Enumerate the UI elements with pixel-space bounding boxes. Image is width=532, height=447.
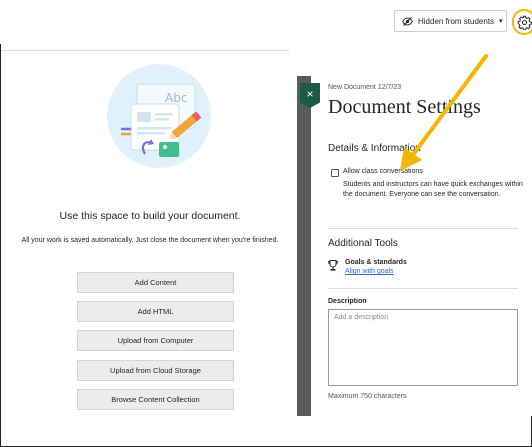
chevron-down-icon: ▾ — [499, 18, 503, 25]
eye-slash-icon — [402, 16, 413, 26]
document-illustration: Abc — [107, 64, 211, 168]
goals-standards-title: Goals & standards — [345, 259, 407, 266]
document-name: New Document 12/7/23 — [328, 84, 402, 91]
browse-content-collection-button[interactable]: Browse Content Collection — [77, 389, 234, 410]
additional-tools-heading: Additional Tools — [328, 238, 398, 249]
description-textarea[interactable] — [328, 309, 518, 386]
upload-from-computer-button[interactable]: Upload from Computer — [77, 330, 234, 351]
illustration-text: Abc — [165, 91, 187, 105]
section-divider — [328, 228, 518, 229]
empty-state-title: Use this space to build your document. — [59, 210, 241, 222]
panel-title: Document Settings — [328, 96, 481, 118]
gear-icon — [517, 15, 532, 30]
visibility-label: Hidden from students — [418, 16, 495, 26]
add-content-button[interactable]: Add Content — [77, 272, 234, 293]
empty-state-subtitle: All your work is saved automatically. Ju… — [21, 237, 279, 244]
allow-conversations-description: Students and instructors can have quick … — [343, 181, 523, 198]
header-divider — [1, 50, 289, 51]
allow-conversations-checkbox[interactable] — [331, 169, 339, 177]
max-characters-note: Maximum 750 characters — [328, 393, 407, 400]
add-html-button[interactable]: Add HTML — [77, 301, 234, 322]
close-icon: × — [306, 87, 314, 101]
align-with-goals-link[interactable]: Align with goals — [345, 268, 394, 275]
section-divider — [328, 288, 518, 289]
upload-from-cloud-storage-button[interactable]: Upload from Cloud Storage — [77, 360, 234, 381]
visibility-dropdown[interactable]: Hidden from students ▾ — [394, 10, 507, 32]
description-label: Description — [328, 298, 367, 305]
panel-edge — [297, 76, 311, 416]
allow-conversations-label[interactable]: Allow class conversations — [343, 168, 423, 175]
settings-button[interactable] — [512, 9, 532, 35]
document-illustration-graphic: Abc — [120, 83, 202, 157]
trophy-icon — [328, 260, 338, 271]
details-heading: Details & Information — [328, 143, 421, 154]
